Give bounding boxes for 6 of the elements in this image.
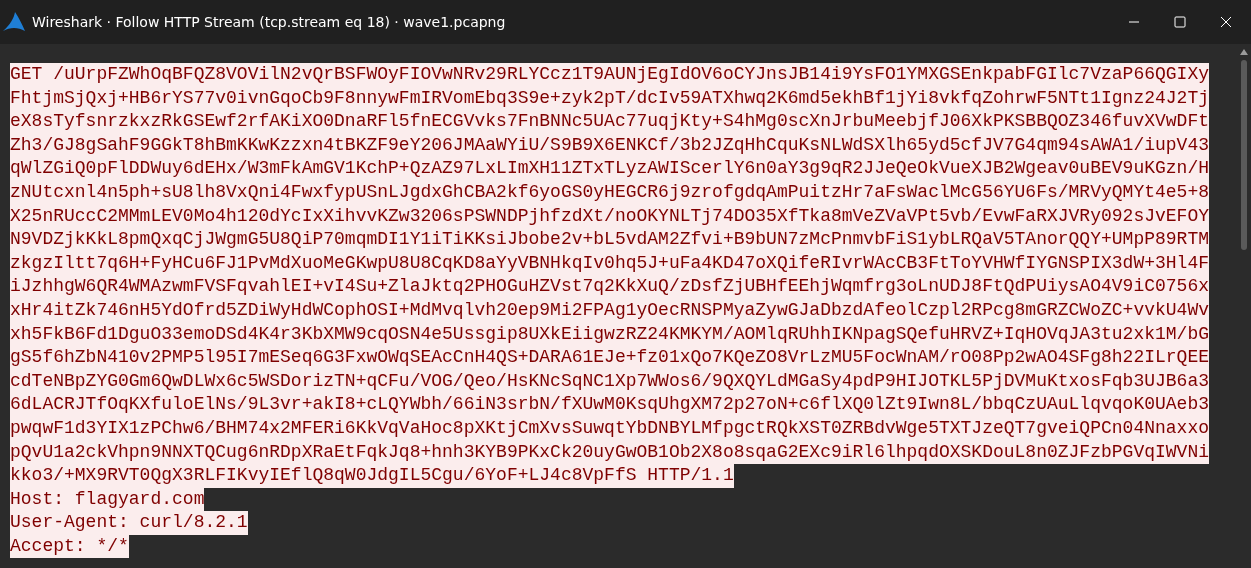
window-title: Wireshark · Follow HTTP Stream (tcp.stream eq 18) · wave1.pcapng: [32, 14, 507, 30]
scroll-up-icon[interactable]: [1239, 48, 1249, 56]
maximize-icon: [1174, 16, 1186, 28]
shark-fin-icon: [2, 11, 26, 33]
scrollbar-thumb[interactable]: [1241, 60, 1247, 250]
close-icon: [1220, 16, 1232, 28]
